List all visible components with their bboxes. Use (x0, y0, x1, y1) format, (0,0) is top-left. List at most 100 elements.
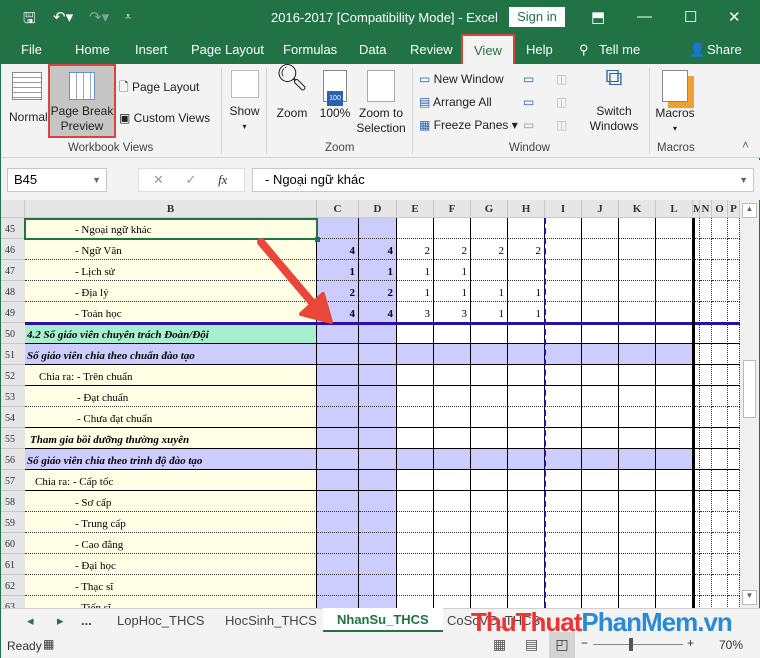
cell[interactable] (397, 449, 434, 470)
cell[interactable] (434, 491, 471, 512)
cell[interactable] (656, 281, 693, 302)
cell[interactable]: 4 (317, 239, 359, 260)
arrange-all-button[interactable]: ▤ Arrange All (419, 95, 492, 110)
cell[interactable] (700, 365, 712, 386)
cell[interactable] (582, 218, 619, 239)
cell[interactable] (545, 575, 582, 596)
custom-views-button[interactable]: ▣ Custom Views (119, 111, 210, 126)
cell[interactable]: 4 (359, 302, 397, 323)
cell[interactable]: 2 (359, 281, 397, 302)
column-header[interactable]: L (656, 200, 693, 218)
row-header[interactable]: 48 (1, 281, 25, 302)
cell[interactable] (656, 218, 693, 239)
cell[interactable] (712, 533, 728, 554)
zoom-100-button[interactable]: 100 100% (317, 70, 353, 121)
cell[interactable] (582, 281, 619, 302)
cell[interactable] (397, 575, 434, 596)
row-header[interactable]: 63 (1, 596, 25, 608)
cell[interactable] (397, 491, 434, 512)
cell[interactable] (545, 365, 582, 386)
cell[interactable]: 2 (317, 281, 359, 302)
cell[interactable] (728, 239, 740, 260)
cell[interactable] (656, 449, 693, 470)
row-header[interactable]: 54 (1, 407, 25, 428)
cell[interactable] (619, 260, 656, 281)
prev-sheet-icon[interactable]: ◂ (27, 613, 34, 629)
cell[interactable] (582, 323, 619, 344)
cell[interactable] (712, 512, 728, 533)
enter-icon[interactable]: ✓ (186, 172, 197, 187)
column-header[interactable]: B (25, 200, 317, 218)
cell[interactable] (434, 323, 471, 344)
cell[interactable] (471, 344, 508, 365)
scroll-down-icon[interactable]: ▼ (742, 590, 757, 605)
show-button[interactable]: Show ▾ (228, 70, 261, 134)
cell[interactable] (508, 218, 545, 239)
cell[interactable] (619, 470, 656, 491)
cell[interactable] (582, 554, 619, 575)
cell[interactable] (582, 512, 619, 533)
cell[interactable] (728, 386, 740, 407)
cell[interactable] (434, 596, 471, 608)
row-header[interactable]: 62 (1, 575, 25, 596)
cell[interactable] (712, 491, 728, 512)
cell[interactable] (700, 554, 712, 575)
cell[interactable] (700, 449, 712, 470)
page-break-preview-button[interactable]: Page Break Preview (48, 64, 116, 138)
reset-position-icon[interactable]: ◫ (556, 118, 567, 133)
cell[interactable] (619, 344, 656, 365)
cell[interactable] (619, 323, 656, 344)
cell[interactable] (619, 533, 656, 554)
cell[interactable] (582, 449, 619, 470)
tab-file[interactable]: File (21, 42, 42, 57)
cell[interactable] (700, 428, 712, 449)
cell-b[interactable]: - Đại học (25, 554, 317, 575)
redo-icon[interactable]: ↷▾ (89, 8, 109, 26)
cell[interactable] (471, 386, 508, 407)
cell[interactable] (434, 533, 471, 554)
cell[interactable] (728, 323, 740, 344)
cell[interactable] (508, 323, 545, 344)
cell[interactable] (397, 512, 434, 533)
vertical-page-break[interactable] (544, 218, 546, 608)
cell[interactable] (397, 596, 434, 608)
cell[interactable] (700, 491, 712, 512)
cell-b[interactable]: - Lịch sử (25, 260, 317, 281)
cell[interactable]: 1 (317, 260, 359, 281)
cell[interactable] (317, 512, 359, 533)
cell[interactable] (656, 428, 693, 449)
cell[interactable] (582, 491, 619, 512)
row-header[interactable]: 50 (1, 323, 25, 344)
hide-icon[interactable]: ▭ (523, 95, 534, 110)
tab-home[interactable]: Home (75, 42, 110, 57)
cell[interactable] (728, 428, 740, 449)
cell[interactable] (712, 344, 728, 365)
cell[interactable] (359, 512, 397, 533)
cell[interactable] (508, 533, 545, 554)
cell[interactable] (397, 407, 434, 428)
cell[interactable] (434, 449, 471, 470)
cell[interactable] (397, 365, 434, 386)
cell[interactable] (728, 449, 740, 470)
cell-b[interactable]: - Toán học (25, 302, 317, 323)
cell[interactable] (582, 575, 619, 596)
cell[interactable] (359, 428, 397, 449)
cell[interactable] (728, 260, 740, 281)
row-header[interactable]: 51 (1, 344, 25, 365)
cell[interactable] (545, 407, 582, 428)
column-header[interactable]: H (508, 200, 545, 218)
scroll-thumb[interactable] (743, 360, 756, 418)
cell[interactable] (712, 428, 728, 449)
cell[interactable] (619, 575, 656, 596)
row-header[interactable]: 46 (1, 239, 25, 260)
cell[interactable] (545, 302, 582, 323)
cell[interactable] (712, 323, 728, 344)
cell[interactable] (728, 281, 740, 302)
cell[interactable] (359, 533, 397, 554)
cell[interactable] (508, 449, 545, 470)
cell[interactable] (656, 575, 693, 596)
cell[interactable] (471, 491, 508, 512)
cell[interactable] (712, 365, 728, 386)
cell[interactable] (728, 533, 740, 554)
cell-b[interactable]: - Trung cấp (25, 512, 317, 533)
